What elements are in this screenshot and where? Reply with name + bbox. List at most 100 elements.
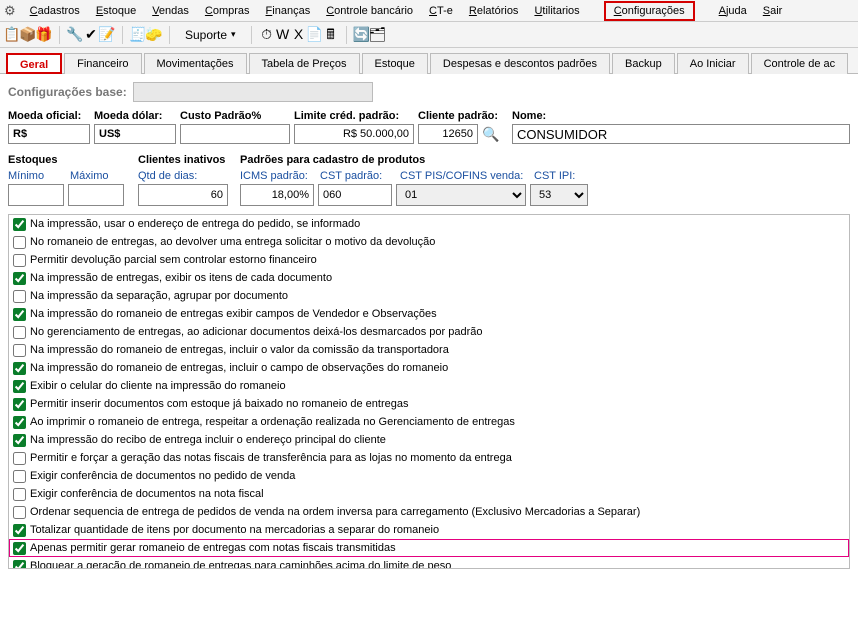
option-checkbox[interactable] bbox=[13, 254, 26, 267]
option-row: Exigir conferência de documentos no pedi… bbox=[9, 467, 849, 485]
option-row: Na impressão do romaneio de entregas exi… bbox=[9, 305, 849, 323]
limite-credito-input[interactable] bbox=[294, 124, 414, 144]
option-checkbox[interactable] bbox=[13, 308, 26, 321]
moeda-oficial-input[interactable] bbox=[8, 124, 90, 144]
option-checkbox[interactable] bbox=[13, 380, 26, 393]
suporte-dropdown[interactable]: Suporte ▾ bbox=[177, 26, 244, 44]
calc-icon[interactable]: 🖩 bbox=[323, 28, 339, 44]
option-row: Exibir o celular do cliente na impressão… bbox=[9, 377, 849, 395]
menu-item-sair[interactable]: Sair bbox=[755, 3, 791, 19]
option-checkbox[interactable] bbox=[13, 488, 26, 501]
option-checkbox[interactable] bbox=[13, 470, 26, 483]
check-icon[interactable]: ✔ bbox=[83, 27, 99, 43]
ipi-label: CST IPI: bbox=[534, 170, 590, 182]
estoques-min-input[interactable] bbox=[8, 184, 64, 206]
menu-item-cadastros[interactable]: Cadastros bbox=[22, 3, 88, 19]
option-checkbox[interactable] bbox=[13, 416, 26, 429]
menu-item-estoque[interactable]: Estoque bbox=[88, 3, 144, 19]
tabs: GeralFinanceiroMovimentaçõesTabela de Pr… bbox=[0, 48, 858, 74]
excel-icon[interactable]: X bbox=[291, 26, 307, 42]
option-checkbox[interactable] bbox=[13, 236, 26, 249]
option-checkbox[interactable] bbox=[13, 272, 26, 285]
ipi-select[interactable]: 53 bbox=[530, 184, 588, 206]
menu-item-relatórios[interactable]: Relatórios bbox=[461, 3, 527, 19]
option-row: Totalizar quantidade de itens por docume… bbox=[9, 521, 849, 539]
menu-item-compras[interactable]: Compras bbox=[197, 3, 258, 19]
option-checkbox[interactable] bbox=[13, 218, 26, 231]
tab-backup[interactable]: Backup bbox=[612, 53, 675, 74]
icms-input[interactable] bbox=[240, 184, 314, 206]
config-base-combo[interactable] bbox=[133, 82, 373, 102]
piscofins-select[interactable]: 01 bbox=[396, 184, 526, 206]
estoques-min-label: Mínimo bbox=[8, 170, 64, 182]
option-label: Na impressão, usar o endereço de entrega… bbox=[30, 216, 360, 232]
option-checkbox[interactable] bbox=[13, 398, 26, 411]
tab-financeiro[interactable]: Financeiro bbox=[64, 53, 141, 74]
menu-item-utilitarios[interactable]: Utilitarios bbox=[526, 3, 587, 19]
option-checkbox[interactable] bbox=[13, 326, 26, 339]
option-row: No gerenciamento de entregas, ao adicion… bbox=[9, 323, 849, 341]
menu-item-ajuda[interactable]: Ajuda bbox=[711, 3, 755, 19]
custo-padrao-input[interactable] bbox=[180, 124, 290, 144]
erase-icon[interactable]: 🧽 bbox=[146, 27, 162, 43]
receipt-icon[interactable]: 🧾 bbox=[130, 27, 146, 43]
option-label: Bloquear a geração de romaneio de entreg… bbox=[30, 558, 451, 569]
note-icon[interactable]: 📝 bbox=[99, 27, 115, 43]
nome-input[interactable] bbox=[512, 124, 850, 144]
word-icon[interactable]: W bbox=[275, 26, 291, 42]
option-checkbox[interactable] bbox=[13, 506, 26, 519]
piscofins-label: CST PIS/COFINS venda: bbox=[400, 170, 528, 182]
options-list: Na impressão, usar o endereço de entrega… bbox=[8, 214, 850, 569]
menu-item-ct-e[interactable]: CT-e bbox=[421, 3, 461, 19]
option-checkbox[interactable] bbox=[13, 452, 26, 465]
cliente-padrao-input[interactable] bbox=[418, 124, 478, 144]
menu-item-controle-bancário[interactable]: Controle bancário bbox=[318, 3, 421, 19]
option-checkbox[interactable] bbox=[13, 344, 26, 357]
menu-item-finanças[interactable]: Finanças bbox=[258, 3, 319, 19]
tab-despesas-e-descontos-padrões[interactable]: Despesas e descontos padrões bbox=[430, 53, 610, 74]
option-checkbox[interactable] bbox=[13, 434, 26, 447]
clipboard-icon[interactable]: 📋 bbox=[4, 27, 20, 43]
box-icon[interactable]: 📦 bbox=[20, 27, 36, 43]
archive-icon[interactable]: 🗂 bbox=[370, 27, 386, 43]
option-checkbox[interactable] bbox=[13, 524, 26, 537]
moeda-dolar-label: Moeda dólar: bbox=[94, 110, 176, 122]
option-checkbox[interactable] bbox=[13, 560, 26, 570]
menu-item-configurações[interactable]: Configurações bbox=[604, 1, 695, 21]
option-checkbox[interactable] bbox=[13, 362, 26, 375]
refresh-icon[interactable]: 🔄 bbox=[354, 27, 370, 43]
cst-input[interactable] bbox=[318, 184, 392, 206]
chevron-down-icon: ▾ bbox=[231, 29, 236, 40]
tab-controle-de-ac[interactable]: Controle de ac bbox=[751, 53, 849, 74]
inativos-qtd-input[interactable] bbox=[138, 184, 228, 206]
search-icon[interactable]: 🔍 bbox=[480, 126, 501, 143]
option-checkbox[interactable] bbox=[13, 290, 26, 303]
option-label: No romaneio de entregas, ao devolver uma… bbox=[30, 234, 435, 250]
option-row: Na impressão de entregas, exibir os iten… bbox=[9, 269, 849, 287]
nome-label: Nome: bbox=[512, 110, 850, 122]
clock-icon[interactable]: ⏱ bbox=[259, 26, 275, 42]
tab-geral[interactable]: Geral bbox=[6, 53, 62, 74]
tab-estoque[interactable]: Estoque bbox=[362, 53, 428, 74]
limite-credito-label: Limite créd. padrão: bbox=[294, 110, 414, 122]
estoques-max-input[interactable] bbox=[68, 184, 124, 206]
tab-tabela-de-preços[interactable]: Tabela de Preços bbox=[249, 53, 360, 74]
gift-icon[interactable]: 🎁 bbox=[36, 27, 52, 43]
option-row: Permitir inserir documentos com estoque … bbox=[9, 395, 849, 413]
option-label: Apenas permitir gerar romaneio de entreg… bbox=[30, 540, 396, 556]
option-label: Na impressão do romaneio de entregas, in… bbox=[30, 360, 448, 376]
option-label: Na impressão de entregas, exibir os iten… bbox=[30, 270, 332, 286]
option-checkbox[interactable] bbox=[13, 542, 26, 555]
gear-icon: ⚙ bbox=[4, 3, 16, 19]
tab-movimentações[interactable]: Movimentações bbox=[144, 53, 247, 74]
doc-icon[interactable]: 📄 bbox=[307, 26, 323, 42]
option-row: Ao imprimir o romaneio de entrega, respe… bbox=[9, 413, 849, 431]
option-label: Permitir e forçar a geração das notas fi… bbox=[30, 450, 512, 466]
wrench-icon[interactable]: 🔧 bbox=[67, 27, 83, 43]
option-row: Na impressão do recibo de entrega inclui… bbox=[9, 431, 849, 449]
menu-item-vendas[interactable]: Vendas bbox=[144, 3, 197, 19]
tab-ao-iniciar[interactable]: Ao Iniciar bbox=[677, 53, 749, 74]
custo-padrao-label: Custo Padrão% bbox=[180, 110, 290, 122]
option-label: Na impressão do recibo de entrega inclui… bbox=[30, 432, 386, 448]
moeda-dolar-input[interactable] bbox=[94, 124, 176, 144]
